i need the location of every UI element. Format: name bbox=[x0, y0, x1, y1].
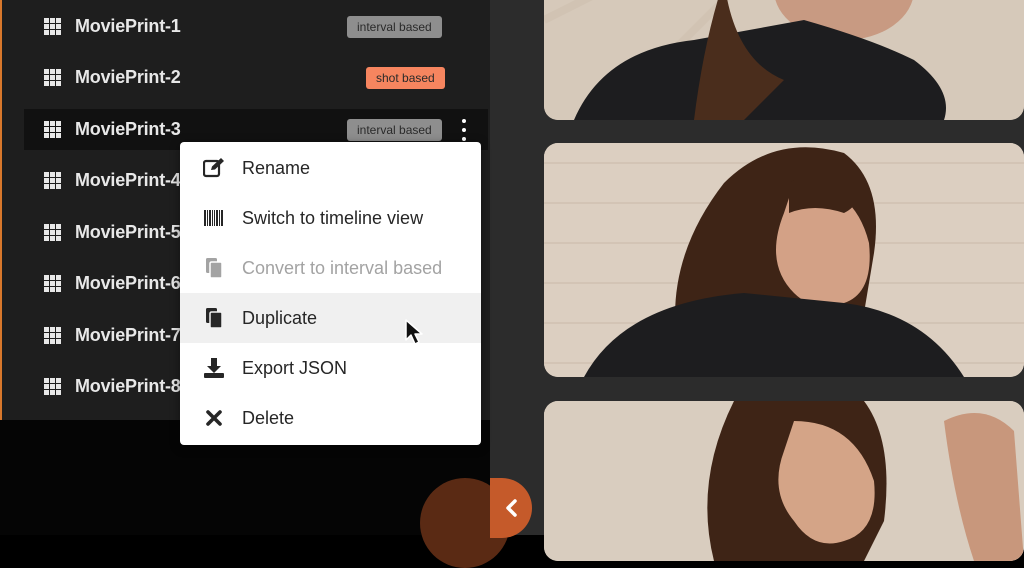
more-options-icon[interactable] bbox=[458, 119, 470, 141]
thumbnail-image bbox=[544, 143, 1024, 377]
download-icon bbox=[202, 356, 226, 380]
menu-item-label: Switch to timeline view bbox=[242, 207, 424, 228]
list-item-movieprint-2[interactable]: MoviePrint-2 shot based bbox=[24, 57, 488, 98]
menu-item-export-json[interactable]: Export JSON bbox=[180, 343, 481, 393]
grid-icon bbox=[44, 121, 63, 138]
thumbnail-frame[interactable] bbox=[544, 401, 1024, 561]
grid-icon bbox=[44, 18, 63, 35]
thumbnail-image bbox=[544, 401, 1024, 561]
grid-icon bbox=[44, 275, 63, 292]
copy-icon bbox=[202, 256, 226, 280]
grid-icon bbox=[44, 378, 63, 395]
list-item-label: MoviePrint-6 bbox=[75, 273, 181, 293]
menu-item-delete[interactable]: Delete bbox=[180, 393, 481, 443]
list-item-label: MoviePrint-4 bbox=[75, 170, 181, 190]
duplicate-icon bbox=[202, 306, 226, 330]
menu-item-label: Rename bbox=[242, 157, 311, 178]
menu-item-label: Duplicate bbox=[242, 307, 318, 328]
close-icon bbox=[202, 406, 226, 430]
grid-icon bbox=[44, 327, 63, 344]
menu-item-switch-timeline[interactable]: Switch to timeline view bbox=[180, 193, 481, 243]
menu-item-duplicate[interactable]: Duplicate bbox=[180, 293, 481, 343]
grid-icon bbox=[44, 69, 63, 86]
type-badge: shot based bbox=[366, 66, 445, 89]
barcode-icon bbox=[202, 206, 226, 230]
context-menu: Rename Switch to timeline view Convert t… bbox=[180, 142, 481, 445]
chevron-left-icon bbox=[506, 499, 517, 517]
menu-item-convert-interval: Convert to interval based bbox=[180, 243, 481, 293]
menu-item-rename[interactable]: Rename bbox=[180, 143, 481, 193]
list-item-label: MoviePrint-7 bbox=[75, 325, 181, 345]
thumbnail-frame[interactable] bbox=[544, 143, 1024, 377]
grid-icon bbox=[44, 224, 63, 241]
mouse-cursor-icon bbox=[405, 319, 423, 345]
thumbnail-frame[interactable] bbox=[544, 0, 1024, 120]
type-badge: interval based bbox=[347, 15, 442, 38]
list-item-label: MoviePrint-5 bbox=[75, 222, 181, 242]
list-item-label: MoviePrint-8 bbox=[75, 376, 181, 396]
edit-icon bbox=[202, 156, 226, 180]
list-item-movieprint-1[interactable]: MoviePrint-1 interval based bbox=[24, 6, 488, 47]
menu-item-label: Export JSON bbox=[242, 357, 348, 378]
menu-item-label: Delete bbox=[242, 407, 295, 428]
thumbnail-image bbox=[544, 0, 1024, 120]
list-item-label: MoviePrint-2 bbox=[75, 67, 181, 87]
menu-item-label: Convert to interval based bbox=[242, 257, 443, 278]
type-badge: interval based bbox=[347, 118, 442, 141]
list-item-label: MoviePrint-3 bbox=[75, 119, 181, 139]
grid-icon bbox=[44, 172, 63, 189]
list-item-label: MoviePrint-1 bbox=[75, 16, 181, 36]
